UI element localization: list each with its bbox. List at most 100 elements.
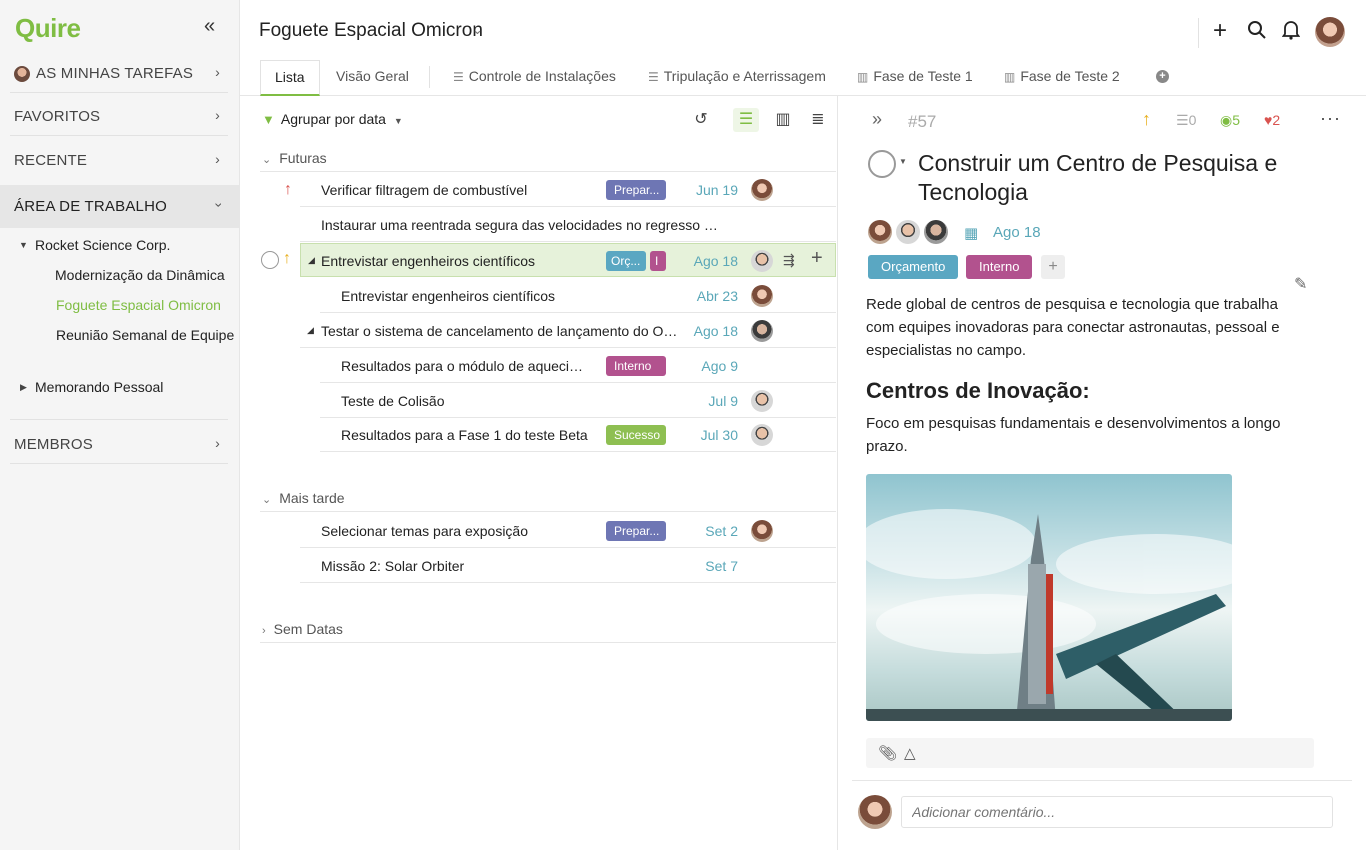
board-view-icon[interactable]: ▥: [770, 108, 796, 132]
task-title[interactable]: Selecionar temas para exposição: [321, 523, 591, 539]
tag-badge[interactable]: Orçamento: [868, 255, 959, 279]
nav-favorites[interactable]: FAVORITOS ›: [0, 95, 240, 138]
due-date[interactable]: Set 2: [678, 523, 738, 539]
tab-test-phase-1[interactable]: ▥ Fase de Teste 1: [857, 68, 973, 96]
tag-badge[interactable]: Interno: [966, 255, 1033, 279]
tag-badge[interactable]: Interno: [606, 356, 666, 376]
due-date[interactable]: Abr 23: [678, 288, 738, 304]
tag-badge[interactable]: Sucesso: [606, 425, 666, 445]
pencil-icon[interactable]: ✎: [1294, 274, 1307, 294]
avatar[interactable]: [751, 320, 773, 342]
task-title[interactable]: Verificar filtragem de combustível: [321, 182, 591, 198]
due-date[interactable]: Ago 18: [678, 323, 738, 339]
due-date[interactable]: Jun 19: [678, 182, 738, 198]
tab-test-phase-2[interactable]: ▥ Fase de Teste 2: [1004, 68, 1120, 96]
task-title[interactable]: Testar o sistema de cancelamento de lanç…: [321, 323, 685, 339]
group-header-future[interactable]: ⌄ Futuras: [262, 150, 327, 166]
group-by-button[interactable]: ▼ Agrupar por data ▼: [262, 111, 403, 127]
tab-crew[interactable]: ☰ Tripulação e Aterrissagem: [648, 68, 826, 96]
more-icon[interactable]: ···: [1320, 108, 1341, 129]
caret-down-icon[interactable]: ◢: [308, 255, 315, 266]
task-row[interactable]: Entrevistar engenheiros científicos Abr …: [320, 279, 836, 313]
due-date[interactable]: Set 7: [678, 558, 738, 574]
caret-down-icon[interactable]: ▼: [899, 157, 907, 166]
due-date[interactable]: Ago 18: [993, 224, 1041, 241]
task-row[interactable]: Resultados para o módulo de aquecime... …: [320, 349, 836, 383]
caret-right-icon[interactable]: ▶: [20, 382, 27, 393]
avatar[interactable]: [751, 520, 773, 542]
task-title[interactable]: Instaurar uma reentrada segura das veloc…: [321, 217, 721, 233]
sidebar-project[interactable]: Modernização da Dinâmica: [55, 267, 225, 283]
add-subtask-icon[interactable]: ⇶: [783, 252, 795, 269]
task-title[interactable]: Resultados para o módulo de aquecime...: [341, 358, 591, 374]
task-status-circle[interactable]: [868, 150, 896, 178]
project-title[interactable]: Foguete Espacial Omicron: [259, 20, 483, 42]
add-tag-button[interactable]: +: [1041, 255, 1065, 279]
plus-icon[interactable]: +: [811, 247, 823, 270]
tag-badge[interactable]: Orç...: [606, 251, 646, 271]
task-title[interactable]: Missão 2: Solar Orbiter: [321, 558, 591, 574]
rocket-image[interactable]: [866, 474, 1232, 721]
complete-checkbox[interactable]: [261, 251, 279, 269]
avatar[interactable]: [751, 250, 773, 272]
tab-overview[interactable]: Visão Geral: [336, 68, 409, 96]
likes-counter[interactable]: ♥2: [1264, 112, 1280, 128]
task-row[interactable]: Teste de Colisão Jul 9: [320, 384, 836, 418]
avatar[interactable]: [924, 220, 948, 244]
task-row[interactable]: Selecionar temas para exposição Prepar..…: [300, 514, 836, 548]
nav-workspace[interactable]: ÁREA DE TRABALHO ›: [0, 185, 240, 228]
search-icon[interactable]: [1247, 20, 1267, 45]
task-row[interactable]: ◢ Testar o sistema de cancelamento de la…: [300, 314, 836, 348]
task-title[interactable]: Entrevistar engenheiros científicos: [321, 253, 591, 269]
tag-badge[interactable]: I: [650, 251, 666, 271]
priority-medium-icon[interactable]: ↑: [1142, 109, 1151, 130]
drive-icon[interactable]: △: [904, 744, 916, 762]
paperclip-icon[interactable]: 📎︎: [878, 744, 897, 762]
nav-recent[interactable]: RECENTE ›: [0, 139, 240, 182]
sidebar-personal[interactable]: Memorando Pessoal: [35, 379, 163, 395]
tab-list[interactable]: Lista: [260, 60, 320, 96]
tag-badge[interactable]: Prepar...: [606, 521, 666, 541]
task-row[interactable]: Instaurar uma reentrada segura das veloc…: [300, 208, 836, 242]
sidebar-org[interactable]: Rocket Science Corp.: [35, 237, 170, 253]
comment-input[interactable]: [901, 796, 1333, 828]
subtasks-counter[interactable]: ☰0: [1176, 112, 1196, 129]
timeline-view-icon[interactable]: ≣: [805, 108, 831, 132]
avatar[interactable]: [751, 424, 773, 446]
calendar-icon[interactable]: ▦: [964, 224, 978, 242]
task-row[interactable]: Missão 2: Solar Orbiter Set 7: [300, 549, 836, 583]
plus-icon[interactable]: +: [1213, 19, 1227, 43]
task-title[interactable]: Construir um Centro de Pesquisa e Tecnol…: [918, 149, 1338, 207]
avatar[interactable]: [751, 390, 773, 412]
caret-down-icon[interactable]: ▼: [19, 240, 28, 250]
quire-logo[interactable]: Quire: [15, 13, 81, 44]
bell-icon[interactable]: [1281, 20, 1301, 45]
tag-badge[interactable]: Prepar...: [606, 180, 666, 200]
task-row[interactable]: ↑ Verificar filtragem de combustível Pre…: [284, 173, 836, 207]
task-row[interactable]: Resultados para a Fase 1 do teste Beta S…: [320, 418, 836, 452]
task-row-selected[interactable]: ◢ Entrevistar engenheiros científicos Or…: [300, 243, 836, 277]
add-tab-icon[interactable]: +: [1156, 70, 1169, 83]
due-date[interactable]: Jul 30: [678, 427, 738, 443]
task-description[interactable]: Rede global de centros de pesquisa e tec…: [866, 293, 1306, 362]
avatar[interactable]: [751, 179, 773, 201]
tab-installations[interactable]: ☰ Controle de Instalações: [453, 68, 616, 96]
due-date[interactable]: Jul 9: [678, 393, 738, 409]
task-title[interactable]: Resultados para a Fase 1 do teste Beta: [341, 427, 591, 443]
sidebar-project-active[interactable]: Foguete Espacial Omicron: [56, 297, 221, 313]
task-title[interactable]: Teste de Colisão: [341, 393, 591, 409]
watchers-counter[interactable]: ◉5: [1220, 112, 1240, 129]
group-header-later[interactable]: ⌄ Mais tarde: [262, 490, 345, 506]
double-chevron-right-icon[interactable]: »: [872, 109, 882, 130]
group-header-no-date[interactable]: › Sem Datas: [262, 621, 343, 637]
avatar[interactable]: [751, 285, 773, 307]
list-view-icon[interactable]: ☰: [733, 108, 759, 132]
undo-icon[interactable]: ↺: [688, 108, 714, 132]
nav-my-tasks[interactable]: AS MINHAS TAREFAS ›: [0, 52, 240, 95]
sidebar-project[interactable]: Reunião Semanal de Equipe: [56, 327, 234, 343]
avatar[interactable]: [868, 220, 892, 244]
user-avatar[interactable]: [1315, 17, 1345, 47]
caret-down-icon[interactable]: ◢: [307, 325, 314, 336]
double-chevron-left-icon[interactable]: «: [204, 16, 215, 36]
due-date[interactable]: Ago 18: [678, 253, 738, 269]
